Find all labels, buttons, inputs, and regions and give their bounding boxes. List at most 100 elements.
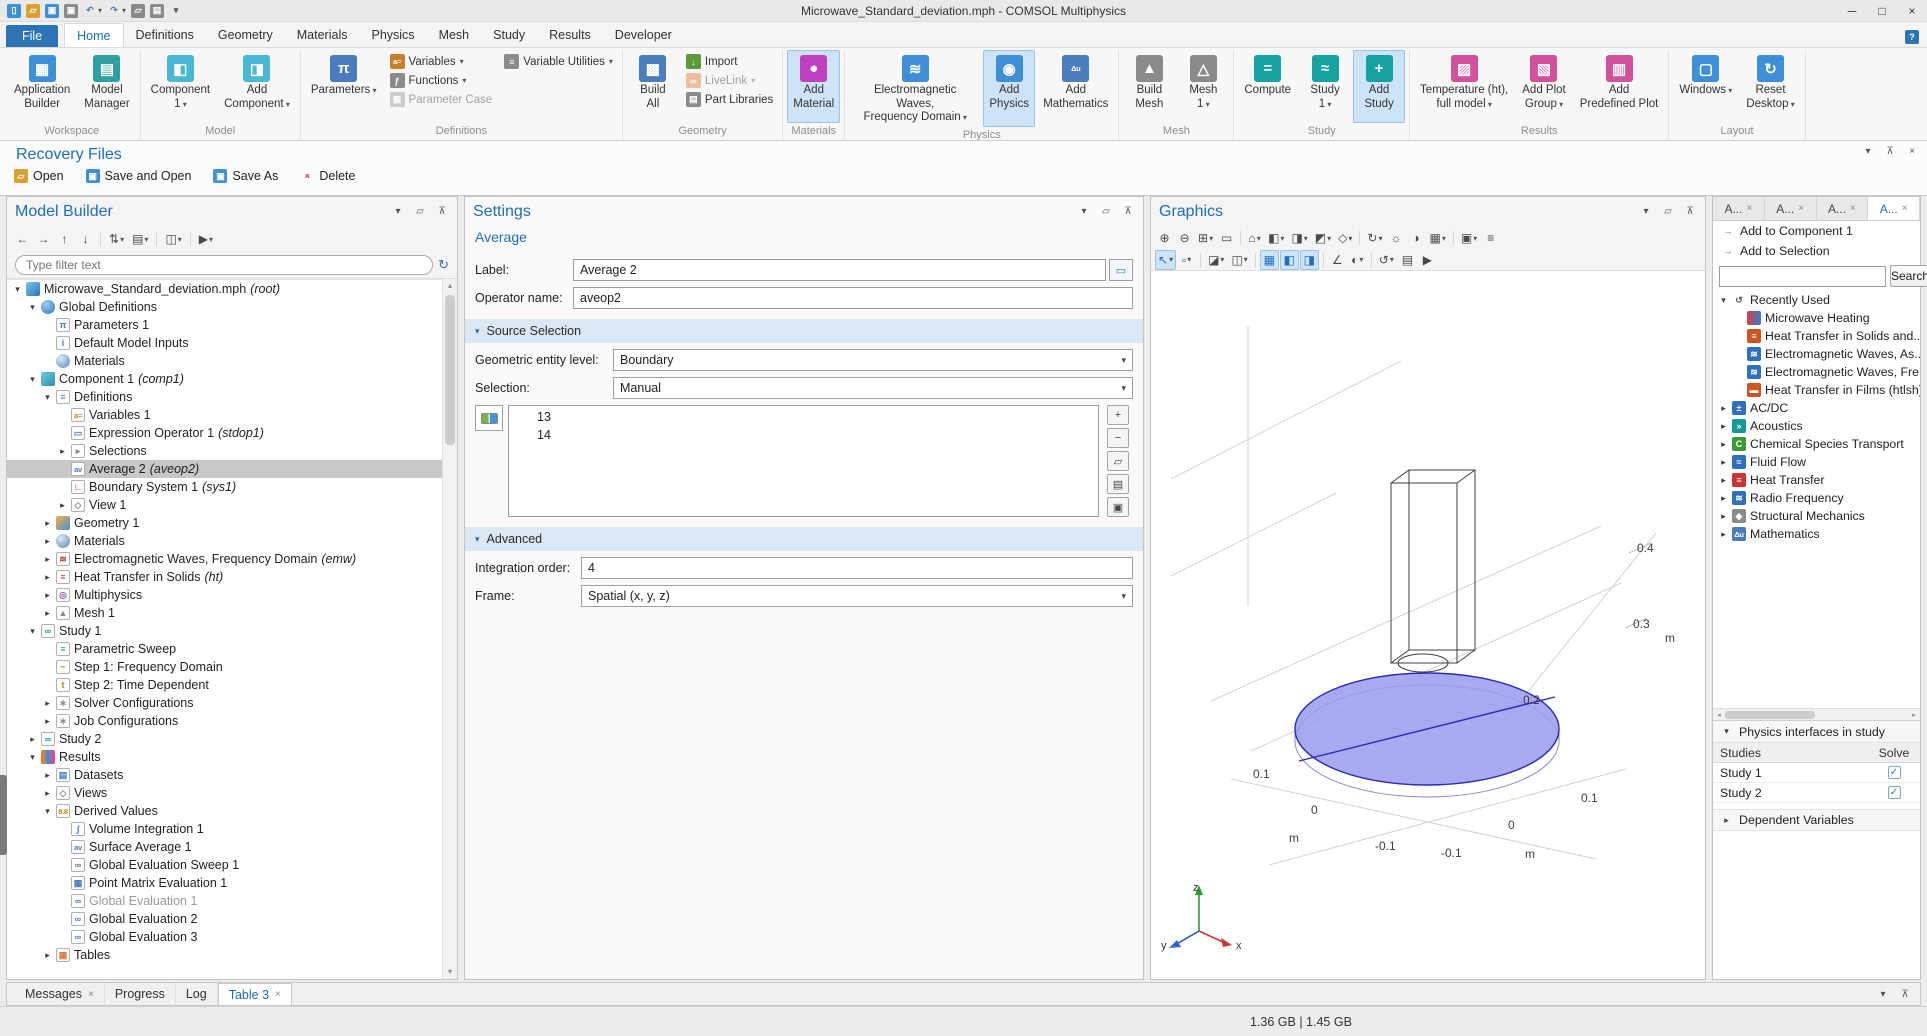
menu-tab-results[interactable]: Results: [537, 23, 603, 47]
box-select-button[interactable]: ▫▾: [1177, 250, 1196, 270]
expand-icon[interactable]: ▸: [41, 572, 54, 583]
maximize-button[interactable]: □: [1867, 0, 1897, 22]
pin-icon[interactable]: ⊼: [1121, 206, 1135, 217]
close-tab-icon[interactable]: ×: [1746, 203, 1752, 214]
tree-item-global-definitions[interactable]: ▾Global Definitions: [7, 298, 442, 316]
search-button[interactable]: Search: [1890, 265, 1927, 287]
tree-item-global-evaluation-1[interactable]: ∞Global Evaluation 1: [7, 892, 442, 910]
copy-button[interactable]: ▱: [130, 2, 146, 20]
menu-tab-developer[interactable]: Developer: [603, 23, 684, 47]
view-xz-button[interactable]: ◩▾: [1312, 228, 1334, 248]
add-physics-button[interactable]: ◉Add Physics: [983, 50, 1035, 127]
menu-tab-home[interactable]: Home: [64, 23, 123, 47]
tree-item-views[interactable]: ▸◇Views: [7, 784, 442, 802]
tree-item-ac-dc[interactable]: ▸±AC/DC: [1713, 399, 1920, 417]
add-predefined-plot-button[interactable]: ▥Add Predefined Plot: [1574, 50, 1665, 123]
color-button[interactable]: ◫▾: [1228, 250, 1250, 270]
assistant-tab-3[interactable]: A...×: [1817, 197, 1869, 220]
view-toggle-3-button[interactable]: ◨: [1300, 250, 1319, 270]
collapse-icon[interactable]: ▾: [26, 302, 39, 313]
selection-list[interactable]: 1314: [508, 405, 1099, 517]
expand-icon[interactable]: ▸: [41, 518, 54, 529]
tree-item-global-evaluation-2[interactable]: ∞Global Evaluation 2: [7, 910, 442, 928]
expand-icon[interactable]: ▸: [41, 554, 54, 565]
file-menu-button[interactable]: File: [6, 25, 58, 47]
advanced-section-header[interactable]: ▾ Advanced: [465, 527, 1143, 551]
scroll-left-icon[interactable]: ◂: [1713, 711, 1725, 719]
tree-item-point-matrix-evaluation-1[interactable]: ▦Point Matrix Evaluation 1: [7, 874, 442, 892]
tree-item-parametric-sweep[interactable]: ≡Parametric Sweep: [7, 640, 442, 658]
model-manager-button[interactable]: ▤Model Manager: [78, 50, 135, 123]
environment-button[interactable]: ◐▾: [1348, 250, 1367, 270]
component-1-button[interactable]: ◧Component 1 ▾: [145, 50, 216, 123]
add-study-button[interactable]: +Add Study: [1353, 50, 1405, 123]
tree-item-boundary-system-1[interactable]: ∟Boundary System 1(sys1): [7, 478, 442, 496]
tree-item-definitions[interactable]: ▾≡Definitions: [7, 388, 442, 406]
tree-item-heat-transfer-in-solids-and[interactable]: ≡Heat Transfer in Solids and...: [1713, 327, 1920, 345]
pin-icon[interactable]: ⊼: [435, 206, 449, 217]
bottom-tab-messages[interactable]: Messages×: [15, 983, 105, 1005]
variable-utilities-button[interactable]: ≡Variable Utilities▾: [499, 53, 618, 70]
expand-icon[interactable]: ▸: [26, 734, 39, 745]
pin-icon[interactable]: ⊼: [1898, 989, 1912, 1000]
menu-tab-definitions[interactable]: Definitions: [124, 23, 206, 47]
menu-tab-materials[interactable]: Materials: [285, 23, 360, 47]
new-file-button[interactable]: ▯: [6, 2, 22, 20]
selection-item-13[interactable]: 13: [509, 408, 1098, 426]
bottom-tab-table-3[interactable]: Table 3×: [218, 983, 292, 1005]
paste-selection-button[interactable]: ▤: [1107, 474, 1129, 494]
save-as-button[interactable]: ▣: [63, 2, 79, 20]
dependent-variables-header[interactable]: ▸ Dependent Variables: [1713, 809, 1920, 831]
tree-item-structural-mechanics[interactable]: ▸◆Structural Mechanics: [1713, 507, 1920, 525]
tree-item-fluid-flow[interactable]: ▸≈Fluid Flow: [1713, 453, 1920, 471]
collapse-icon[interactable]: ▾: [41, 392, 54, 403]
tree-item-materials[interactable]: Materials: [7, 352, 442, 370]
collapse-all-button[interactable]: ⇅▾: [106, 229, 127, 249]
expand-icon[interactable]: ▸: [41, 536, 54, 547]
tree-item-recently-used[interactable]: ▾↺Recently Used: [1713, 291, 1920, 309]
tree-item-mesh-1[interactable]: ▸▲Mesh 1: [7, 604, 442, 622]
menu-caret-icon[interactable]: ▾: [1639, 206, 1653, 217]
tree-item-acoustics[interactable]: ▸»Acoustics: [1713, 417, 1920, 435]
integration-order-input[interactable]: [581, 557, 1133, 579]
view-yz-button[interactable]: ◨▾: [1288, 228, 1310, 248]
close-button[interactable]: ×: [1897, 0, 1927, 22]
copy-selection-button[interactable]: ▱: [1107, 451, 1129, 471]
lighting-button[interactable]: ☼: [1386, 228, 1405, 248]
move-up-button[interactable]: ↑: [55, 229, 74, 249]
zoom-out-button[interactable]: ⊖: [1175, 228, 1194, 248]
expand-icon[interactable]: ▸: [41, 716, 54, 727]
scroll-down-icon[interactable]: ▾: [443, 965, 457, 979]
nav-forward-button[interactable]: →: [34, 229, 53, 249]
expand-icon[interactable]: ▸: [41, 608, 54, 619]
float-icon[interactable]: ▱: [1661, 206, 1675, 217]
scroll-right-icon[interactable]: ▸: [1908, 711, 1920, 719]
tree-item-step-2-time-dependent[interactable]: tStep 2: Time Dependent: [7, 676, 442, 694]
tree-item-tables[interactable]: ▸▦Tables: [7, 946, 442, 964]
qat-menu-button[interactable]: ▾: [168, 2, 184, 20]
add-to-selection-button[interactable]: +: [1107, 405, 1129, 425]
model-builder-scrollbar[interactable]: ▴ ▾: [442, 279, 457, 979]
zoom-to-selection-button[interactable]: ▣: [1107, 497, 1129, 517]
close-tab-icon[interactable]: ×: [1798, 203, 1804, 214]
open-button[interactable]: ▱Open: [14, 169, 64, 183]
menu-tab-physics[interactable]: Physics: [359, 23, 426, 47]
reset-desktop-button[interactable]: ↻Reset Desktop ▾: [1740, 50, 1800, 123]
perspective-button[interactable]: ◇▾: [1335, 228, 1355, 248]
tree-item-study-2[interactable]: ▸∞Study 2: [7, 730, 442, 748]
go-to-default-view-button[interactable]: ⌂▾: [1245, 228, 1264, 248]
build-all-button[interactable]: ▩Build All: [627, 50, 679, 123]
show-menu-button[interactable]: ▤▾: [129, 229, 151, 249]
tree-item-materials[interactable]: ▸Materials: [7, 532, 442, 550]
add-to-selection-button[interactable]: → Add to Selection: [1713, 241, 1920, 261]
view-toggle-2-button[interactable]: ◧: [1280, 250, 1299, 270]
view-xy-button[interactable]: ◧▾: [1265, 228, 1287, 248]
pin-icon[interactable]: ⊼: [1683, 206, 1697, 217]
tree-item-surface-average-1[interactable]: avSurface Average 1: [7, 838, 442, 856]
zoom-extents-button[interactable]: ⊞▾: [1195, 228, 1216, 248]
tree-item-heat-transfer-in-solids[interactable]: ▸≡Heat Transfer in Solids(ht): [7, 568, 442, 586]
minimize-button[interactable]: ─: [1837, 0, 1867, 22]
collapse-icon[interactable]: ▾: [11, 284, 24, 295]
add-material-button[interactable]: ●Add Material: [787, 50, 840, 123]
nav-back-button[interactable]: ←: [13, 229, 32, 249]
